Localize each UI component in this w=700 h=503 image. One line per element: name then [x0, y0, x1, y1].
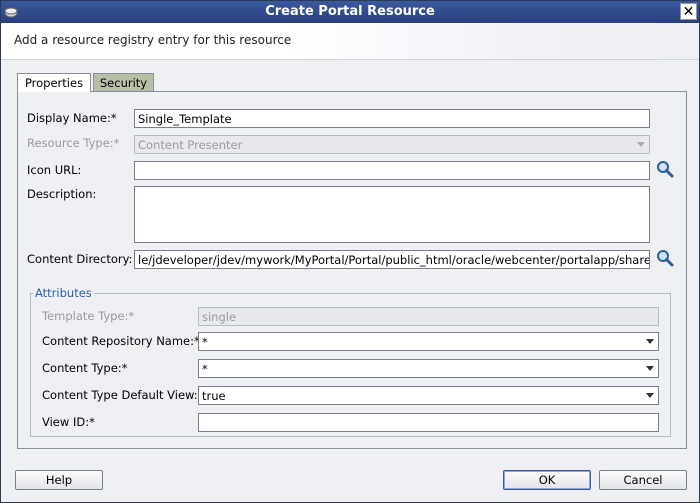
tab-security[interactable]: Security: [93, 73, 154, 91]
chevron-down-icon[interactable]: [646, 393, 654, 398]
content-type-default-view-label: Content Type Default View:*: [42, 388, 204, 402]
dialog-header: Add a resource registry entry for this r…: [1, 23, 699, 60]
description-label: Description:: [27, 187, 97, 201]
attributes-group-title: Attributes: [33, 286, 94, 300]
view-id-label: View ID:*: [42, 415, 95, 429]
description-textarea[interactable]: [134, 186, 650, 243]
chevron-down-icon[interactable]: [646, 366, 654, 371]
content-repository-name-label: Content Repository Name:*: [42, 334, 200, 348]
view-id-input[interactable]: [198, 413, 659, 432]
create-portal-resource-dialog: Create Portal Resource ✕ Add a resource …: [0, 0, 700, 503]
tab-properties[interactable]: Properties: [17, 73, 91, 92]
icon-url-input[interactable]: [134, 161, 650, 180]
resource-type-value: Content Presenter: [138, 138, 243, 152]
help-button[interactable]: Help: [15, 470, 103, 490]
chevron-down-icon: [637, 142, 645, 147]
display-name-input[interactable]: Single_Template: [134, 109, 650, 128]
content-type-label: Content Type:*: [42, 361, 128, 375]
resource-type-select: Content Presenter: [134, 135, 650, 154]
chevron-down-icon[interactable]: [646, 339, 654, 344]
content-type-default-view-value: true: [202, 389, 226, 403]
template-type-input: single: [198, 307, 659, 326]
content-repository-name-select[interactable]: *: [198, 332, 659, 351]
content-type-default-view-select[interactable]: true: [198, 386, 659, 405]
tab-security-label: Security: [99, 76, 148, 90]
window-title: Create Portal Resource: [265, 4, 435, 19]
cancel-button[interactable]: Cancel: [599, 470, 687, 490]
tab-properties-label: Properties: [24, 76, 84, 90]
content-type-select[interactable]: *: [198, 359, 659, 378]
close-icon[interactable]: ✕: [680, 3, 697, 20]
template-type-label: Template Type:*: [42, 309, 135, 323]
display-name-label: Display Name:*: [27, 111, 117, 125]
resource-type-label: Resource Type:*: [27, 136, 120, 150]
header-description: Add a resource registry entry for this r…: [14, 33, 292, 47]
content-type-value: *: [202, 362, 208, 376]
search-icon[interactable]: [656, 160, 674, 178]
content-directory-label: Content Directory:: [27, 252, 133, 266]
content-repository-name-value: *: [202, 335, 208, 349]
search-icon[interactable]: [656, 249, 674, 267]
ok-button[interactable]: OK: [503, 470, 591, 490]
content-directory-input[interactable]: le/jdeveloper/jdev/mywork/MyPortal/Porta…: [134, 250, 650, 269]
title-bar[interactable]: Create Portal Resource ✕: [1, 1, 699, 24]
icon-url-label: Icon URL:: [27, 163, 82, 177]
